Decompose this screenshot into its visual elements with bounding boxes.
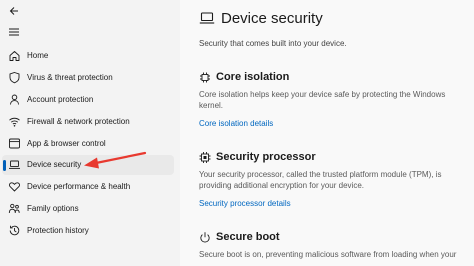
security-processor-description: Your security processor, called the trus…: [199, 170, 442, 190]
content-pane: Device security Security that comes buil…: [180, 0, 474, 266]
shield-icon: [9, 72, 20, 84]
power-icon: [200, 232, 210, 243]
sidebar-item-label: Virus & threat protection: [27, 73, 113, 82]
processor-icon: [199, 152, 211, 163]
wifi-icon: [9, 117, 20, 127]
sidebar-item-label: Account protection: [27, 95, 94, 104]
page-subtitle: Security that comes built into your devi…: [199, 39, 347, 48]
sidebar-item-label: Protection history: [27, 226, 89, 235]
selection-indicator: [3, 160, 6, 171]
laptop-icon: [9, 160, 20, 169]
laptop-icon: [199, 12, 215, 24]
person-icon: [10, 94, 19, 105]
sidebar-item-label: Device security: [27, 160, 82, 169]
sidebar-item-home[interactable]: Home: [2, 46, 174, 66]
security-processor-title: Security processor: [216, 151, 316, 163]
sidebar: Home Virus & threat protection Account p…: [0, 0, 180, 266]
sidebar-item-virus-threat-protection[interactable]: Virus & threat protection: [2, 68, 174, 88]
app-browser-icon: [9, 138, 20, 149]
heart-icon: [9, 182, 20, 192]
sidebar-item-account-protection[interactable]: Account protection: [2, 90, 174, 110]
security-processor-details-link[interactable]: Security processor details: [199, 198, 291, 209]
secure-boot-description: Secure boot is on, preventing malicious …: [199, 250, 457, 259]
hamburger-menu-icon[interactable]: [8, 27, 20, 37]
sidebar-item-device-security[interactable]: Device security: [2, 155, 174, 175]
history-icon: [9, 225, 20, 236]
sidebar-item-app-browser-control[interactable]: App & browser control: [2, 134, 174, 154]
sidebar-item-label: Home: [27, 51, 49, 60]
core-isolation-description: Core isolation helps keep your device sa…: [199, 90, 446, 110]
home-icon: [9, 51, 20, 61]
secure-boot-title: Secure boot: [216, 231, 280, 243]
core-isolation-title: Core isolation: [216, 71, 290, 83]
sidebar-item-family-options[interactable]: Family options: [2, 199, 174, 219]
sidebar-item-label: Firewall & network protection: [27, 117, 130, 126]
core-isolation-details-link[interactable]: Core isolation details: [199, 118, 273, 129]
chip-icon: [200, 72, 210, 83]
sidebar-item-device-performance-health[interactable]: Device performance & health: [2, 177, 174, 197]
back-arrow-icon[interactable]: [9, 6, 19, 16]
sidebar-item-firewall-network-protection[interactable]: Firewall & network protection: [2, 112, 174, 132]
sidebar-item-label: App & browser control: [27, 139, 106, 148]
sidebar-item-label: Device performance & health: [27, 182, 131, 191]
page-title: Device security: [221, 10, 323, 27]
sidebar-item-label: Family options: [27, 204, 79, 213]
family-icon: [8, 203, 20, 214]
sidebar-item-protection-history[interactable]: Protection history: [2, 221, 174, 241]
